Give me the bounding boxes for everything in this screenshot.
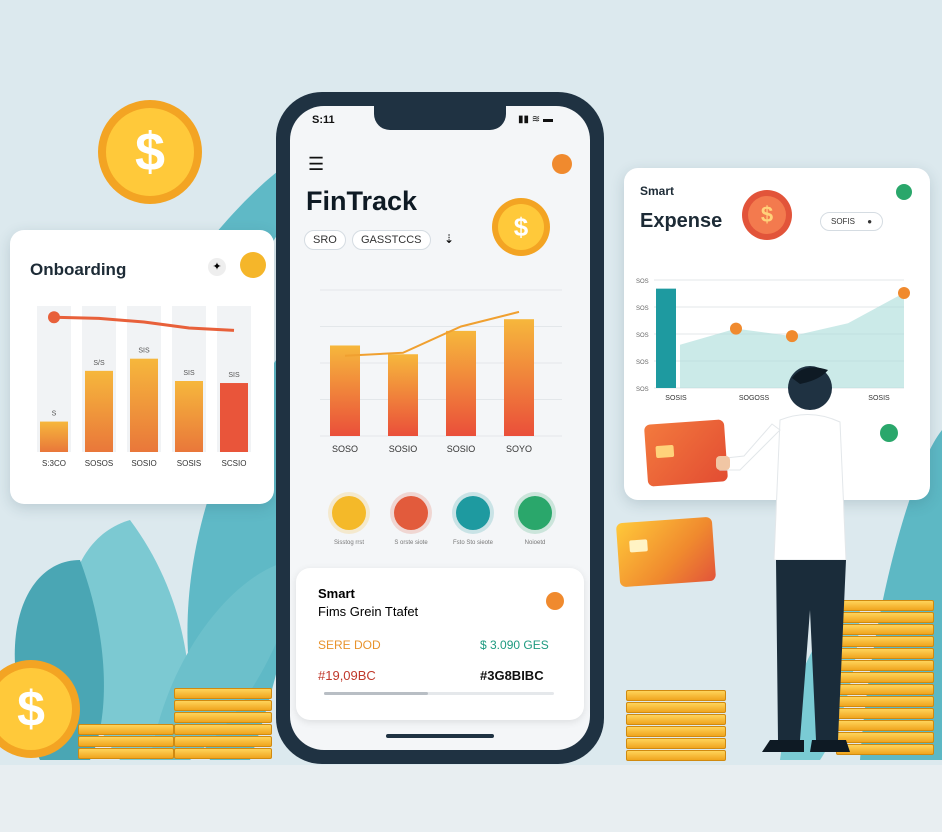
summary-subtitle: Fims Grein Ttafet (318, 604, 419, 619)
action-label: Noioetd (524, 540, 546, 546)
summary-title: Smart (318, 586, 355, 601)
action-label: Fsto Sto sieote (452, 540, 494, 546)
bar-3 (175, 381, 203, 452)
data-point (730, 322, 742, 335)
x-tick-label: SOSIO (131, 459, 156, 468)
y-tick-label: SOS (636, 360, 649, 366)
status-dot-icon-lower[interactable] (880, 424, 898, 442)
phone-bar-chart: SOSO SOSIO SOSIO SOYO (320, 289, 562, 454)
trend-start-point (48, 311, 60, 324)
data-point (786, 330, 798, 343)
summary-progress-fill (324, 692, 428, 695)
bar-1 (388, 354, 418, 436)
dollar-coin-icon: $ (98, 100, 202, 204)
y-tick-label: SOS (636, 279, 649, 285)
coin-stack-icon: $ (492, 198, 550, 256)
action-button-0[interactable] (332, 496, 366, 530)
action-label: Sisstog rrst (333, 540, 364, 546)
trend-line (344, 310, 520, 357)
data-label: SIS (138, 348, 150, 355)
data-point (898, 286, 910, 299)
bar-2 (446, 330, 476, 436)
bar-4 (220, 383, 248, 452)
x-tick-label: SCSIO (222, 459, 247, 468)
menu-icon[interactable]: ☰ (308, 154, 324, 175)
y-tick-label: SOS (636, 387, 649, 393)
coin-stack (78, 724, 174, 760)
bar-2 (130, 358, 158, 452)
summary-progress-track (324, 692, 554, 695)
bar-0 (330, 345, 360, 436)
left-code: #19,09BC (318, 668, 376, 683)
phone-screen: S:11 ▮▮ ≋ ▬ ☰ FinTrack SRO GASSTCCS ⇣ $ … (290, 106, 590, 750)
left-amount: SERE DOD (318, 638, 381, 652)
data-label: SIS (228, 372, 240, 379)
right-amount: $ 3.090 GES (480, 638, 549, 652)
app-title: FinTrack (306, 186, 418, 216)
card-chip-icon (655, 444, 675, 459)
y-tick-label: SOS (636, 333, 649, 339)
x-tick-label: SOSIS (177, 459, 201, 468)
bar-3 (504, 319, 534, 436)
action-button-3[interactable] (518, 496, 552, 530)
teal-bar (656, 288, 676, 388)
home-indicator[interactable] (386, 734, 494, 738)
action-button-2[interactable] (456, 496, 490, 530)
smart-summary-card: Smart Fims Grein Ttafet SERE DOD $ 3.090… (296, 568, 584, 720)
profile-icon[interactable] (552, 154, 572, 174)
x-tick-label: SOSOS (85, 459, 113, 468)
person-illustration (716, 366, 850, 752)
x-tick-label: SOSIS (868, 395, 890, 402)
x-tick-label: SOSIO (447, 444, 476, 454)
card-chip-icon (629, 539, 648, 553)
summary-action-icon[interactable] (546, 592, 564, 610)
category-pill[interactable]: GASSTCCS (352, 230, 431, 250)
right-code: #3G8BIBC (480, 668, 544, 683)
x-tick-label: S:3CO (42, 459, 66, 468)
onboarding-chart: S S:3CO S/S SOSOS SIS SOSIO SIS SOSIS SIS SCSIO (37, 306, 251, 468)
action-label: S orste siote (394, 540, 428, 546)
status-time: S:11 (312, 114, 335, 126)
action-button-1[interactable] (394, 496, 428, 530)
x-tick-label: SOSO (332, 444, 358, 454)
y-tick-label: SOS (636, 306, 649, 312)
status-icons: ▮▮ ≋ ▬ (518, 114, 553, 125)
onboarding-card: Onboarding ✦ S S:3CO S/S SOSOS SIS SOSIO SIS SO… (10, 230, 274, 504)
x-tick-label: SOSIS (665, 395, 687, 402)
x-tick-label: SOYO (506, 444, 532, 454)
period-pill[interactable]: SRO (304, 230, 346, 250)
x-tick-label: SOSIO (389, 444, 418, 454)
bar-0 (40, 421, 68, 452)
phone: S:11 ▮▮ ≋ ▬ ☰ FinTrack SRO GASSTCCS ⇣ $ … (276, 92, 604, 764)
data-label: S (52, 411, 57, 418)
phone-notch (374, 106, 506, 130)
bar-1 (85, 370, 113, 452)
filter-icon[interactable]: ⇣ (444, 232, 454, 246)
data-label: SIS (183, 370, 195, 377)
data-label: S/S (93, 360, 105, 367)
coin-stack (174, 688, 272, 760)
